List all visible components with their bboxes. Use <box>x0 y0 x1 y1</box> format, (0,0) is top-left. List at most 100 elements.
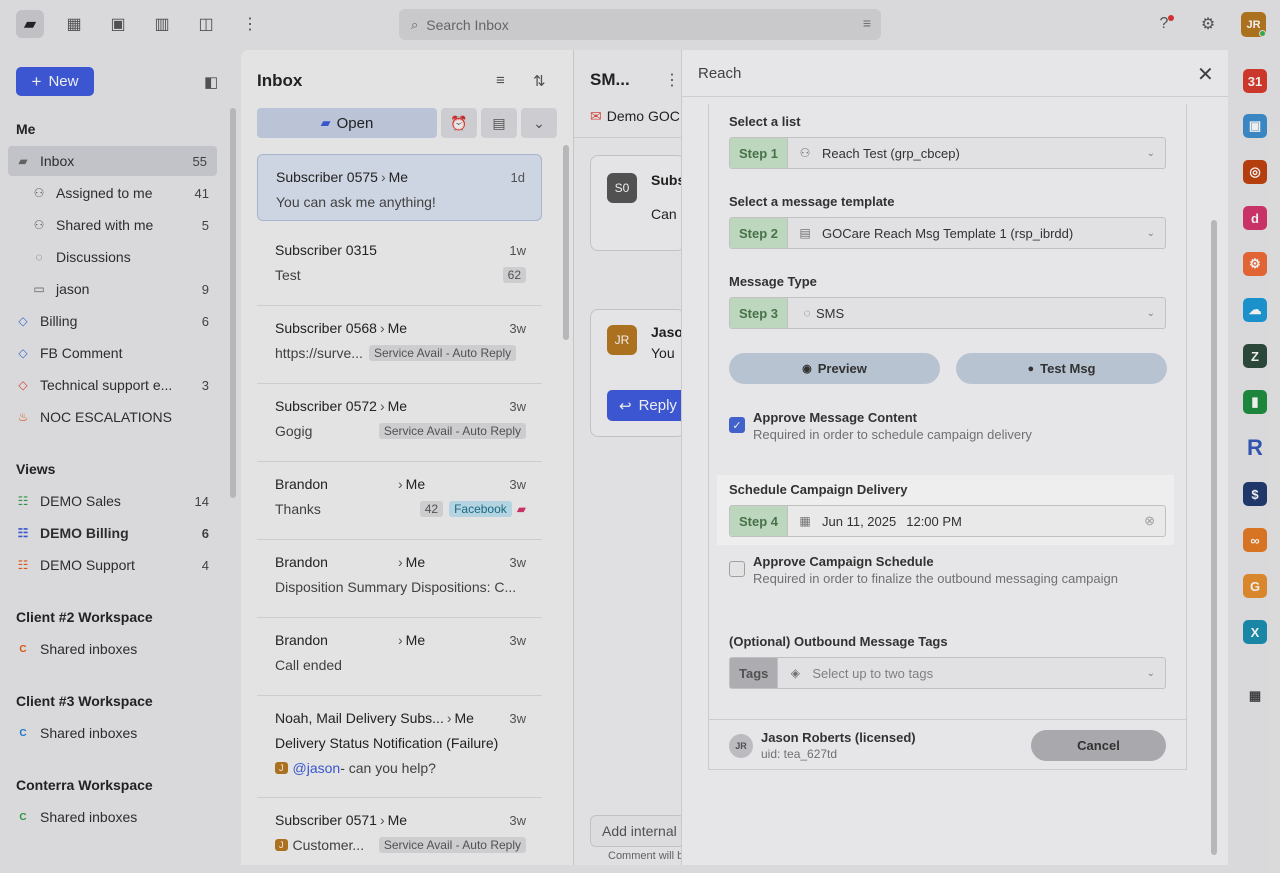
tags-select[interactable]: Tags ◈ Select up to two tags ⌄ <box>729 657 1166 689</box>
list-item[interactable]: Subscriber 0315 1w Test 62 <box>257 228 542 306</box>
message-preview: Disposition Summary Dispositions: C... <box>275 579 517 595</box>
schedule-date-picker[interactable]: Step 4 ▦ Jun 11, 2025 12:00 PM ⊗ <box>729 505 1166 537</box>
message-card[interactable] <box>590 155 685 251</box>
preview-label: Preview <box>817 361 867 376</box>
approve-content-checkbox[interactable]: ✓ <box>729 417 745 433</box>
list-select[interactable]: Step 1 ⚇ Reach Test (grp_cbcep) ⌄ <box>729 137 1166 169</box>
sidebar-item-noc-escalations[interactable]: ♨ NOC ESCALATIONS <box>16 402 209 432</box>
message-preview: - can you help? <box>340 760 436 776</box>
calendar-icon[interactable]: 31 <box>1243 69 1267 93</box>
inbox-scrollbar[interactable] <box>563 145 569 340</box>
sidebar-item-label: jason <box>56 281 90 297</box>
message-time: 1w <box>509 242 526 258</box>
sidebar-item-discussions[interactable]: ◌ Discussions <box>32 242 209 272</box>
sidebar-item-technical-support[interactable]: ◇ Technical support e... 3 <box>16 370 209 400</box>
list-item[interactable]: Subscriber 0568 › Me 3w https://surve... Ser… <box>257 306 542 384</box>
more-filters-button[interactable]: ⌄ <box>521 108 557 138</box>
workspace-shared-inboxes[interactable]: C Shared inboxes <box>16 802 209 832</box>
list-item[interactable]: Brandon › Me 3w Call ended <box>257 618 542 696</box>
analytics-icon[interactable]: ▥ <box>148 10 176 38</box>
template-select[interactable]: Step 2 ▤ GOCare Reach Msg Template 1 (rs… <box>729 217 1166 249</box>
inbox-tray-icon[interactable]: ▰ <box>16 10 44 38</box>
more-vertical-icon[interactable]: ⋮ <box>664 70 680 90</box>
search-placeholder: Search Inbox <box>426 16 509 33</box>
sidebar-item-assigned[interactable]: ⚇ Assigned to me 41 <box>32 178 209 208</box>
g-icon[interactable]: G <box>1243 574 1267 598</box>
sidebar-item-fb-comment[interactable]: ◇ FB Comment <box>16 338 209 368</box>
sidebar-scrollbar[interactable] <box>230 108 236 498</box>
view-item-demo-sales[interactable]: ☷ DEMO Sales 14 <box>16 486 209 516</box>
list-item[interactable]: Subscriber 0571 › Me 3w J Customer... Service… <box>257 798 542 865</box>
app-icon[interactable]: d <box>1243 206 1267 230</box>
list-item[interactable]: Subscriber 0572 › Me 3w Gogig Service Avail … <box>257 384 542 462</box>
online-status-dot <box>1259 30 1266 37</box>
sort-icon[interactable]: ⇅ <box>533 72 546 90</box>
chevron-down-icon: ⌄ <box>1146 147 1155 159</box>
target-icon[interactable]: ◎ <box>1243 160 1267 184</box>
view-item-demo-billing[interactable]: ☷ DEMO Billing 6 <box>16 518 209 548</box>
dollar-icon[interactable]: $ <box>1243 482 1267 506</box>
cancel-button[interactable]: Cancel <box>1031 730 1166 761</box>
reply-button[interactable]: ↩ Reply <box>607 390 687 421</box>
sidebar-item-shared[interactable]: ⚇ Shared with me 5 <box>32 210 209 240</box>
reach-scrollbar[interactable] <box>1211 220 1217 855</box>
sidebar-item-count: 3 <box>201 377 209 393</box>
list-item[interactable]: Subscriber 0575 › Me 1d You can ask me anyt… <box>257 154 542 221</box>
inbox-tag-label: Demo GOC... <box>606 108 680 124</box>
sidebar-item-jason[interactable]: ▭ jason 9 <box>32 274 209 304</box>
filter-icon[interactable]: ≡ <box>863 15 871 31</box>
list-item[interactable]: Brandon › Me 3w Thanks 42 Facebook ▰ <box>257 462 542 540</box>
schedule-date: Jun 11, 2025 <box>822 513 897 529</box>
avatar: JR <box>607 325 637 355</box>
open-filter-button[interactable]: ▰ Open <box>257 108 437 138</box>
chevron-right-icon: › <box>379 398 385 414</box>
more-vertical-icon[interactable]: ⋮ <box>236 10 264 38</box>
book-icon[interactable]: ▮ <box>1243 390 1267 414</box>
clear-icon[interactable]: ⊗ <box>1144 513 1155 529</box>
dots-icon[interactable]: ∞ <box>1243 528 1267 552</box>
help-icon[interactable]: ? <box>1150 10 1178 38</box>
list-item[interactable]: Noah, Mail Delivery Subs... › Me 3w Deliver… <box>257 696 542 798</box>
internal-comment-input[interactable]: Add internal <box>590 815 685 847</box>
message-to: Me <box>405 554 426 570</box>
preview-button[interactable]: ◉ Preview <box>729 353 940 384</box>
message-preview: You can ask me anything! <box>276 194 436 210</box>
approve-schedule-sub: Required in order to finalize the outbou… <box>753 571 1118 586</box>
message-tag: Facebook <box>449 501 512 517</box>
workspace-shared-inboxes[interactable]: C Shared inboxes <box>16 634 209 664</box>
zendesk-icon[interactable]: Z <box>1243 344 1267 368</box>
sidebar-item-inbox[interactable]: ▰ Inbox 55 <box>8 146 217 176</box>
snooze-button[interactable]: ⏰ <box>441 108 477 138</box>
sidebar-item-billing[interactable]: ◇ Billing 6 <box>16 306 209 336</box>
list-item[interactable]: Brandon › Me 3w Disposition Summary Disposi… <box>257 540 542 618</box>
contacts-icon[interactable]: ▣ <box>1243 114 1267 138</box>
chevron-right-icon: › <box>398 476 403 492</box>
gear-icon[interactable]: ⚙ <box>1194 10 1222 38</box>
archive-button[interactable]: ▤ <box>481 108 517 138</box>
hubspot-icon[interactable]: ⚙ <box>1243 252 1267 276</box>
test-msg-button[interactable]: ● Test Msg <box>956 353 1167 384</box>
contacts-icon[interactable]: ▣ <box>104 10 132 38</box>
search-input[interactable]: ⌕ Search Inbox ≡ <box>399 9 881 40</box>
calendar-icon[interactable]: ▦ <box>60 10 88 38</box>
apps-grid-icon[interactable]: ▦ <box>1243 684 1267 708</box>
filter-icon[interactable]: ≡ <box>496 72 505 89</box>
new-button[interactable]: + New <box>16 67 94 96</box>
close-icon[interactable]: ✕ <box>1197 62 1214 87</box>
mention[interactable]: @jason <box>293 760 341 776</box>
split-view-icon[interactable]: ◫ <box>192 10 220 38</box>
collapse-sidebar-icon[interactable]: ◧ <box>204 73 218 91</box>
top-bar: ▰ ▦ ▣ ▥ ◫ ⋮ ⌕ Search Inbox ≡ ? ⚙ JR <box>0 0 1280 50</box>
inbox-tag[interactable]: ✉Demo GOC... <box>590 108 680 125</box>
x-icon[interactable]: X <box>1243 620 1267 644</box>
view-item-demo-support[interactable]: ☷ DEMO Support 4 <box>16 550 209 580</box>
chevron-down-icon: ⌄ <box>533 114 545 131</box>
message-type-select[interactable]: Step 3 ◌ SMS ⌄ <box>729 297 1166 329</box>
reach-icon[interactable]: R <box>1243 435 1267 460</box>
salesforce-icon[interactable]: ☁ <box>1243 298 1267 322</box>
workspace-item-label: Shared inboxes <box>40 809 138 825</box>
workspace-shared-inboxes[interactable]: C Shared inboxes <box>16 718 209 748</box>
approve-schedule-checkbox[interactable] <box>729 561 745 577</box>
user-icon: ⚇ <box>33 186 45 200</box>
view-item-label: DEMO Sales <box>40 493 121 509</box>
